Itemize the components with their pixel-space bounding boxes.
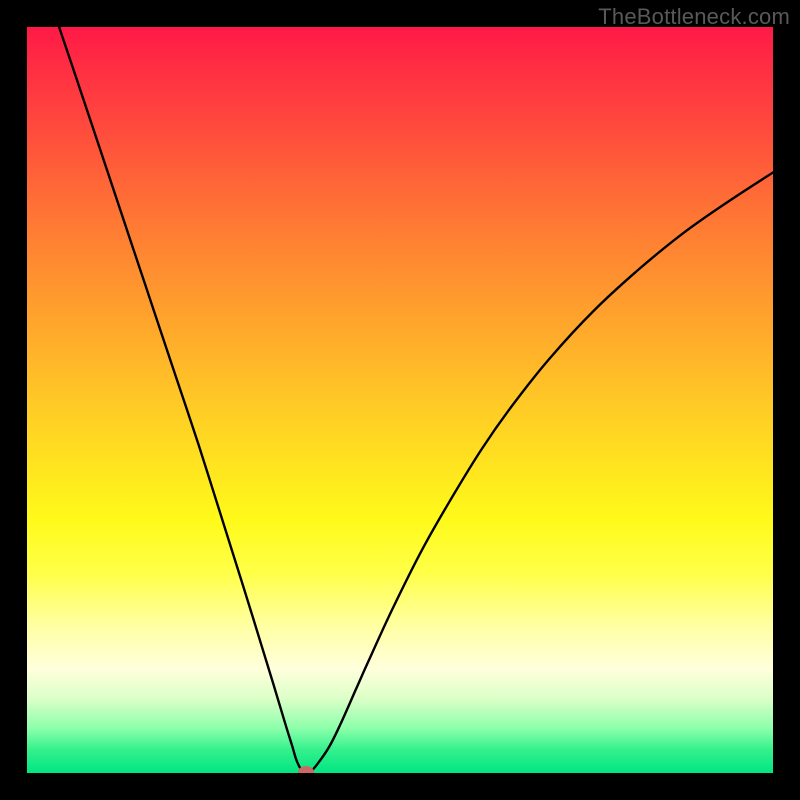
curve-svg bbox=[27, 27, 773, 773]
optimal-point-marker bbox=[298, 766, 314, 774]
plot-area bbox=[27, 27, 773, 773]
bottleneck-curve bbox=[59, 27, 773, 773]
attribution-text: TheBottleneck.com bbox=[598, 4, 790, 30]
